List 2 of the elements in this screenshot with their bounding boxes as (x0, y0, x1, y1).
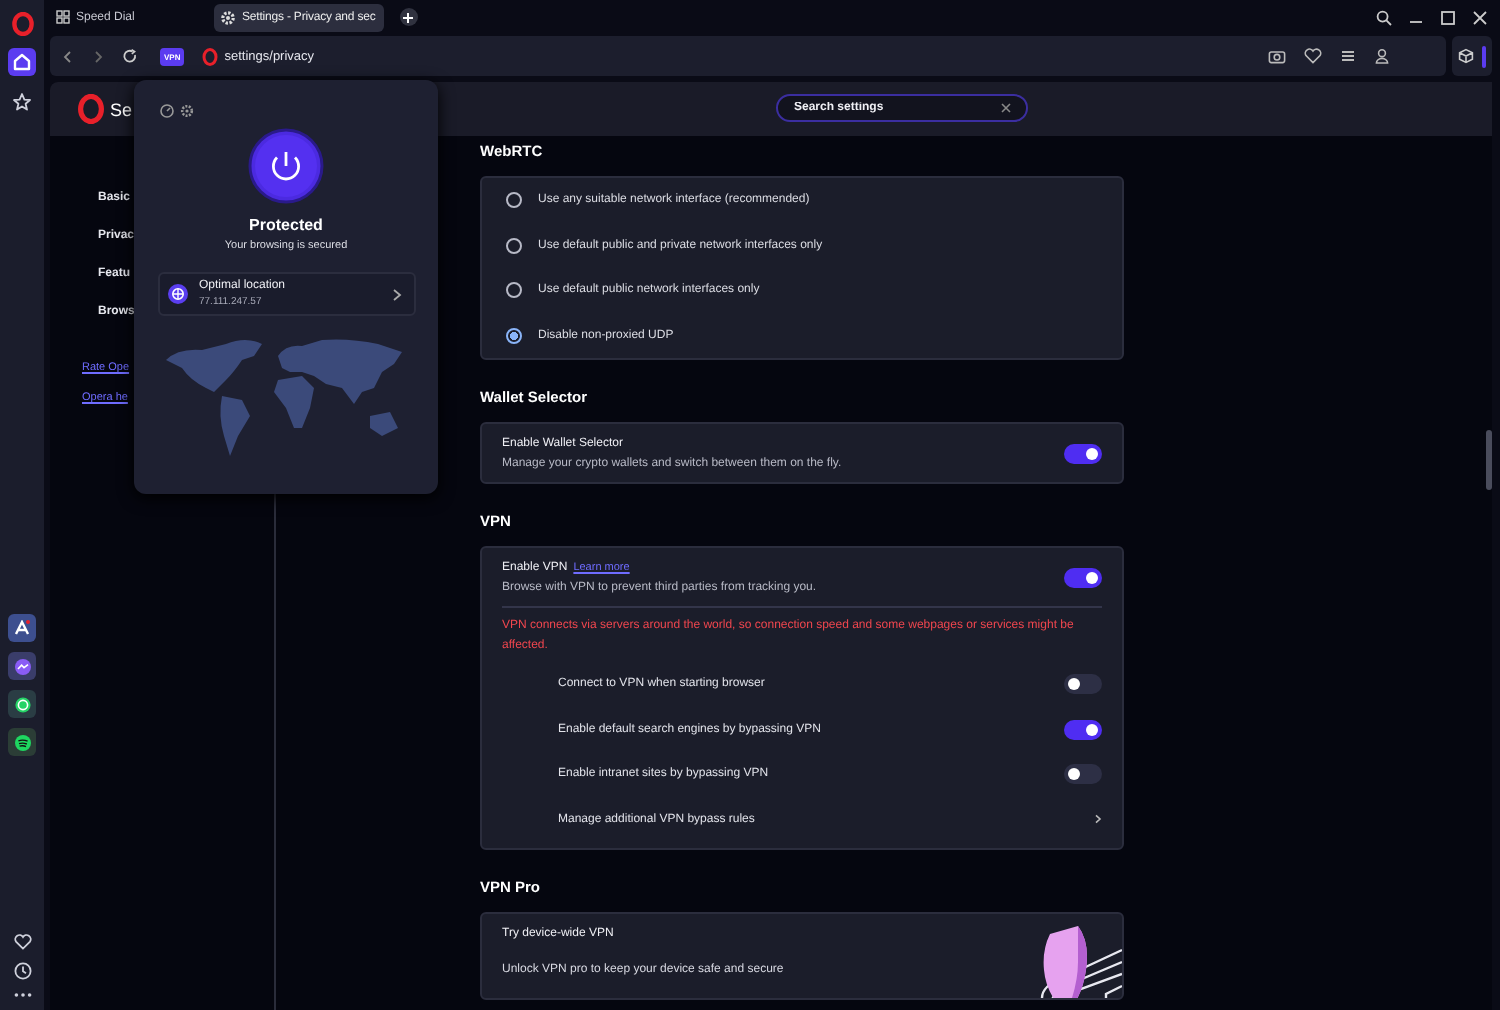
page-title: Se (110, 99, 133, 119)
status-title: Protected (249, 216, 323, 234)
